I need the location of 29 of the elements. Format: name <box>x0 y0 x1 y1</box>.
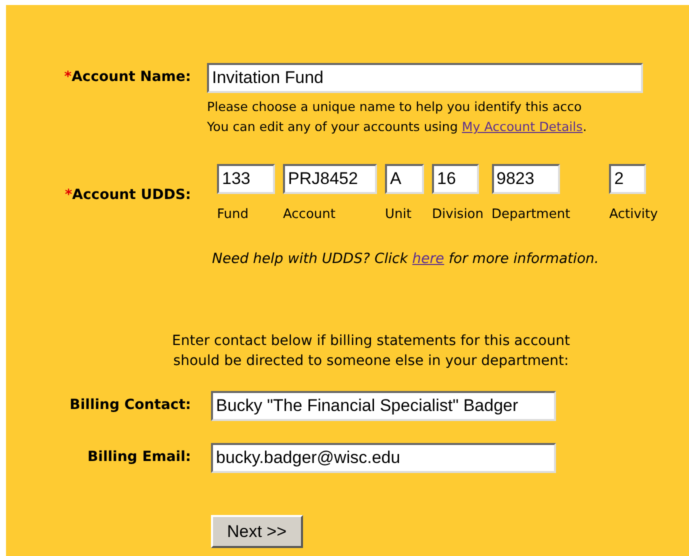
udds-label-required-mark: * <box>64 186 72 205</box>
help-link[interactable]: here <box>412 250 444 266</box>
field-caption: Department <box>492 206 570 224</box>
next-button[interactable]: Next >> <box>211 514 303 548</box>
udds-help-text: Need help with UDDS? Click here for more information. <box>212 250 600 268</box>
udds-field[interactable]: 133 <box>217 164 275 194</box>
udds-field[interactable]: A <box>385 164 424 194</box>
account-name-label: Account Name: <box>72 68 191 87</box>
field-caption: Account <box>283 206 336 224</box>
udds-label: Account UDDS: <box>72 186 191 205</box>
field-caption: Activity <box>609 206 658 224</box>
udds-field[interactable]: 2 <box>609 164 646 194</box>
billing-email-field[interactable]: bucky.badger@wisc.edu <box>211 442 556 472</box>
billing-email-label: Billing Email: <box>87 448 191 466</box>
contact-note: Enter contact below if billing statements for this account <box>171 332 571 350</box>
udds-field[interactable]: 16 <box>432 164 479 194</box>
billing-contact-field[interactable]: Bucky "The Financial Specialist" Badger <box>211 390 556 420</box>
hint-text: You can edit any of your accounts using My Account Details. <box>207 118 588 136</box>
udds-field[interactable]: 9823 <box>492 164 560 194</box>
field-caption: Unit <box>385 206 412 224</box>
field-caption: Division <box>432 206 484 224</box>
hint-text: Please choose a unique name to help you identify this acco <box>207 98 583 116</box>
contact-note: should be directed to someone else in your department: <box>172 352 570 370</box>
account-name-label-required-mark: * <box>64 68 72 87</box>
account-name-field[interactable]: Invitation Fund <box>207 63 643 93</box>
field-caption: Fund <box>217 206 250 224</box>
billing-contact-label: Billing Contact: <box>70 396 191 414</box>
udds-field[interactable]: PRJ8452 <box>283 164 377 194</box>
account-details-link[interactable]: My Account Details <box>462 119 583 134</box>
